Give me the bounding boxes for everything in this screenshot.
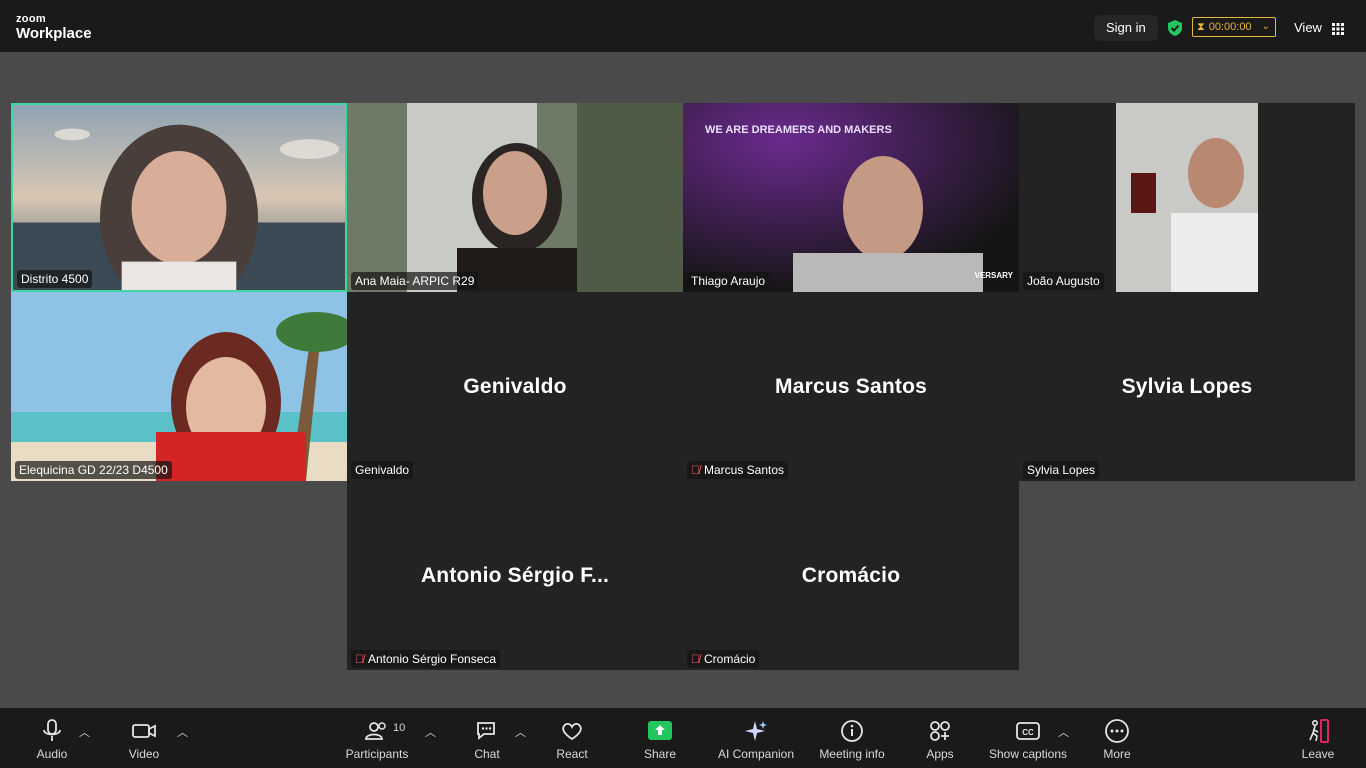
chat-bubble-icon	[477, 722, 495, 740]
zoom-workplace-logo: zoom Workplace	[16, 13, 92, 42]
apps-icon	[930, 721, 950, 741]
participants-options-caret[interactable]: ︿	[425, 724, 436, 740]
mic-muted-icon: 🎙̸	[691, 652, 700, 666]
participant-display-name: Sylvia Lopes	[1121, 374, 1253, 398]
participant-name-label: João Augusto	[1023, 272, 1104, 290]
more-options-icon	[1105, 719, 1129, 743]
sign-in-button[interactable]: Sign in	[1094, 15, 1158, 41]
share-button[interactable]: Share	[638, 718, 682, 768]
audio-button[interactable]: Audio	[28, 718, 76, 768]
share-label: Share	[643, 747, 677, 761]
participants-label: Participants	[345, 747, 409, 761]
share-screen-icon	[648, 721, 672, 740]
background-corner-text: VERSARY	[974, 271, 1013, 280]
info-icon	[841, 720, 863, 742]
video-tile-elequicina[interactable]: Elequicina GD 22/23 D4500	[11, 292, 347, 481]
ai-companion-label: AI Companion	[717, 747, 795, 761]
chevron-down-icon: ⌄	[1261, 21, 1270, 32]
grid-icon	[1331, 22, 1344, 35]
participant-video	[11, 292, 347, 481]
audio-label: Audio	[36, 747, 68, 761]
more-label: More	[1103, 747, 1131, 761]
participants-icon	[365, 722, 386, 740]
video-tile-distrito[interactable]: Distrito 4500	[11, 103, 347, 292]
video-camera-icon	[132, 724, 156, 738]
participant-name-label: Thiago Araujo	[687, 272, 770, 290]
avatar-tile-antonio-sergio[interactable]: Antonio Sérgio F... 🎙̸ Antonio Sérgio Fon…	[347, 481, 683, 670]
meeting-toolbar: Audio ︿ Video ︿ Participants 10 ︿ Chat ︿…	[0, 708, 1366, 768]
audio-options-caret[interactable]: ︿	[79, 724, 90, 740]
participants-count: 10	[393, 722, 406, 734]
svg-text:CC: CC	[1022, 728, 1034, 737]
avatar-tile-sylvia-lopes[interactable]: Sylvia Lopes Sylvia Lopes	[1019, 292, 1355, 481]
chat-label: Chat	[474, 747, 500, 761]
view-label: View	[1294, 20, 1322, 35]
logo-line1: zoom	[16, 13, 46, 25]
mic-muted-icon: 🎙̸	[691, 463, 700, 477]
meeting-info-button[interactable]: Meeting info	[815, 718, 889, 768]
video-tile-thiago-araujo[interactable]: WE ARE DREAMERS AND MAKERS VERSARY Thiag…	[683, 103, 1019, 292]
avatar-tile-genivaldo[interactable]: Genivaldo Genivaldo	[347, 292, 683, 481]
participant-video	[347, 103, 683, 292]
logo-line2: Workplace	[16, 25, 92, 42]
participant-display-name: Genivaldo	[463, 374, 567, 398]
captions-options-caret[interactable]: ︿	[1058, 724, 1069, 740]
recording-timer[interactable]: ⧗ 00:00:00 ⌄	[1192, 17, 1276, 37]
apps-label: Apps	[926, 747, 954, 761]
participant-video	[13, 105, 345, 290]
chat-button[interactable]: Chat	[466, 718, 508, 768]
show-captions-label: Show captions	[988, 747, 1068, 761]
participant-name-label: Elequicina GD 22/23 D4500	[15, 461, 172, 479]
closed-captions-icon: CC	[1016, 722, 1040, 740]
video-options-caret[interactable]: ︿	[177, 724, 188, 740]
participant-display-name: Cromácio	[801, 563, 901, 587]
mic-muted-icon: 🎙̸	[355, 652, 364, 666]
leave-button[interactable]: Leave	[1298, 718, 1338, 768]
participant-video	[1116, 103, 1258, 292]
microphone-icon	[43, 719, 61, 741]
more-button[interactable]: More	[1097, 718, 1137, 768]
video-button[interactable]: Video	[120, 718, 168, 768]
top-bar: zoom Workplace Sign in ⧗ 00:00:00 ⌄ View	[0, 0, 1366, 52]
meeting-info-label: Meeting info	[819, 747, 885, 761]
zoom-meeting-window: zoom Workplace Sign in ⧗00:00:00 ⌄ View	[0, 0, 1366, 768]
participant-name-label: Sylvia Lopes	[1023, 461, 1100, 479]
react-button[interactable]: React	[550, 718, 594, 768]
background-slogan: WE ARE DREAMERS AND MAKERS	[705, 124, 892, 136]
ai-companion-button[interactable]: AI Companion	[714, 718, 798, 768]
avatar-tile-cromacio[interactable]: Cromácio 🎙̸ Cromácio	[683, 481, 1019, 670]
heart-icon	[562, 722, 582, 741]
participant-name-label: 🎙̸ Antonio Sérgio Fonseca	[351, 650, 501, 668]
participant-display-name: Marcus Santos	[775, 374, 927, 398]
chat-options-caret[interactable]: ︿	[515, 724, 526, 740]
participant-name-label: 🎙̸ Marcus Santos	[687, 461, 789, 479]
leave-label: Leave	[1301, 747, 1335, 761]
view-button[interactable]: View	[1294, 15, 1344, 41]
participant-name-label: Distrito 4500	[17, 270, 93, 288]
apps-button[interactable]: Apps	[920, 718, 960, 768]
avatar-tile-marcus-santos[interactable]: Marcus Santos 🎙̸ Marcus Santos	[683, 292, 1019, 481]
participant-display-name: Antonio Sérgio F...	[420, 563, 610, 587]
timer-value: 00:00:00	[1208, 21, 1252, 33]
video-label: Video	[128, 747, 160, 761]
participant-name-label: Genivaldo	[351, 461, 414, 479]
react-label: React	[556, 747, 588, 761]
sparkle-icon	[745, 721, 767, 741]
participant-name-label: 🎙̸ Cromácio	[687, 650, 760, 668]
video-tile-ana-maia[interactable]: Ana Maia- ARPIC R29	[347, 103, 683, 292]
leave-meeting-icon	[1309, 719, 1329, 743]
video-tile-joao-augusto[interactable]: João Augusto	[1019, 103, 1355, 292]
shield-check-icon[interactable]	[1166, 19, 1184, 37]
hourglass-icon: ⧗	[1197, 21, 1205, 33]
participant-name-label: Ana Maia- ARPIC R29	[351, 272, 479, 290]
